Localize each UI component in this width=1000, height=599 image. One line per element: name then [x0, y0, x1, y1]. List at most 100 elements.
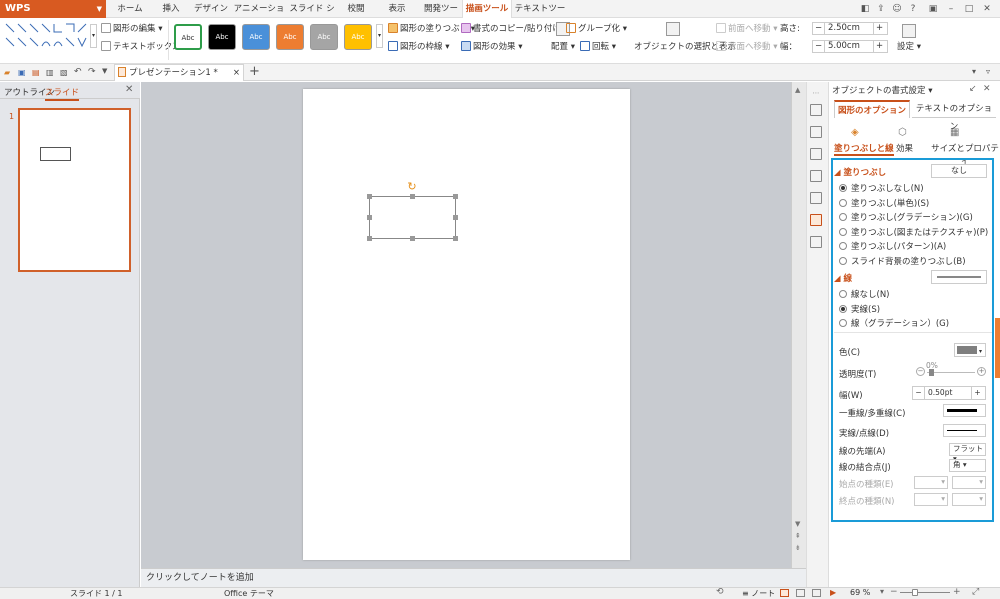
fill-option-radio[interactable]: 塗りつぶし(単色)(S)	[839, 197, 929, 209]
fill-option-radio[interactable]: 塗りつぶし(パターン)(A)	[839, 240, 946, 252]
line-color-picker[interactable]: ▾	[954, 343, 986, 357]
line-section-header[interactable]: ◢ 線	[834, 272, 852, 284]
format-painter-button[interactable]: 書式のコピー/貼り付け	[461, 22, 561, 36]
arrange-button[interactable]: 配置 ▾	[551, 40, 575, 54]
resize-handle[interactable]	[410, 194, 415, 199]
quick-access-dropdown-icon[interactable]: ▼	[102, 67, 107, 75]
resize-handle[interactable]	[367, 236, 372, 241]
share-icon[interactable]: ⇪	[874, 2, 888, 16]
fill-option-radio[interactable]: 塗りつぶし(グラデーション)(G)	[839, 211, 973, 223]
shape-outline-button[interactable]: 図形の枠線 ▾	[388, 40, 449, 54]
height-input[interactable]: −2.50cm +	[812, 22, 888, 35]
shape-effects-button[interactable]: 図形の効果 ▾	[461, 40, 522, 54]
app-menu-button[interactable]: WPS Presentation▼	[0, 0, 106, 32]
menu-tab[interactable]: デザイン	[190, 0, 232, 18]
menu-tab[interactable]: ホーム	[108, 0, 152, 18]
zoom-out-icon[interactable]: −	[890, 587, 898, 597]
menu-tab[interactable]: テキストツール	[512, 0, 568, 32]
restore-icon[interactable]: ▣	[926, 2, 940, 16]
maximize-icon[interactable]: □	[962, 2, 976, 16]
animation-icon[interactable]	[810, 236, 822, 248]
line-preset-dropdown[interactable]	[931, 270, 987, 284]
user-icon[interactable]: ☺	[890, 2, 904, 16]
resize-handle[interactable]	[453, 236, 458, 241]
bring-forward-button[interactable]: 前面へ移動 ▾	[716, 22, 777, 36]
send-backward-button[interactable]: 背面へ移動 ▾	[716, 40, 777, 54]
slideshow-icon[interactable]: ▶	[830, 588, 836, 597]
zoom-slider[interactable]	[900, 592, 950, 593]
dash-type-dropdown[interactable]	[943, 424, 986, 437]
panel-collapse-handle[interactable]	[995, 318, 1000, 378]
reading-icon[interactable]: ⟲	[716, 587, 724, 597]
pin-icon[interactable]: ↙	[969, 84, 977, 94]
shape-style-swatch[interactable]: Abc	[310, 24, 338, 50]
scroll-down-icon[interactable]: ▼	[795, 520, 800, 528]
normal-view-icon[interactable]	[780, 589, 789, 597]
resize-handle[interactable]	[410, 236, 415, 241]
tab-options-icon[interactable]: ▾	[972, 67, 976, 76]
skin-icon[interactable]: ◧	[858, 2, 872, 16]
gallery-more-button[interactable]: ▾	[90, 24, 97, 48]
help-icon[interactable]: ?	[906, 2, 920, 16]
table-icon[interactable]	[810, 170, 822, 182]
notes-toggle[interactable]: ≡ ノート	[742, 588, 775, 599]
new-tab-button[interactable]: +	[249, 64, 260, 80]
rotate-button[interactable]: 回転 ▾	[580, 40, 616, 54]
cap-type-dropdown[interactable]: フラット ▾	[949, 443, 986, 463]
subtab-effects[interactable]: 効果	[896, 142, 913, 154]
transparency-increase-button[interactable]: +	[977, 367, 986, 376]
menu-tab[interactable]: 挿入	[152, 0, 190, 18]
reading-view-icon[interactable]	[812, 589, 821, 597]
panel-close-icon[interactable]: ✕	[983, 84, 991, 94]
resize-handle[interactable]	[453, 194, 458, 199]
tab-shape-options[interactable]: 図形のオプション	[834, 100, 910, 118]
new-slide-icon[interactable]	[810, 104, 822, 116]
resize-handle[interactable]	[453, 215, 458, 220]
begin-arrow-size-dropdown[interactable]: ▾	[952, 476, 986, 489]
shape-style-swatch[interactable]: Abc	[174, 24, 202, 50]
slide-page[interactable]	[303, 89, 630, 560]
fill-option-radio[interactable]: 塗りつぶし(図またはテクスチャ)(P)	[839, 226, 988, 238]
menu-tab[interactable]: スライド ショー	[286, 0, 338, 32]
next-slide-icon[interactable]: ⇟	[795, 544, 801, 552]
begin-arrow-type-dropdown[interactable]: ▾	[914, 476, 948, 489]
zoom-dropdown-icon[interactable]: ▾	[880, 587, 884, 596]
fill-section-header[interactable]: ◢ 塗りつぶし	[834, 166, 886, 178]
group-button[interactable]: グループ化 ▾	[566, 22, 627, 36]
menu-tab[interactable]: 表示	[374, 0, 420, 18]
transparency-slider[interactable]	[927, 372, 975, 373]
resize-handle[interactable]	[367, 215, 372, 220]
decrease-icon[interactable]: −	[913, 387, 925, 399]
fill-option-radio[interactable]: スライド背景の塗りつぶし(B)	[839, 255, 966, 267]
prev-slide-icon[interactable]: ⇞	[795, 532, 801, 540]
minimize-icon[interactable]: –	[944, 2, 958, 16]
layout-icon[interactable]	[810, 126, 822, 138]
tab-menu-icon[interactable]: ▿	[986, 67, 990, 76]
format-pane-icon[interactable]	[810, 214, 822, 226]
shape-style-swatch[interactable]: Abc	[208, 24, 236, 50]
save-icon[interactable]: ▣	[18, 68, 26, 77]
tab-slides[interactable]: スライド	[45, 86, 80, 101]
fill-dropdown[interactable]: なし	[931, 164, 987, 178]
rotate-handle-icon[interactable]: ↻	[407, 181, 417, 192]
zoom-level[interactable]: 69 %	[850, 588, 870, 597]
line-option-radio[interactable]: 線（グラデーション）(G)	[839, 317, 949, 329]
chart-icon[interactable]	[810, 192, 822, 204]
fill-option-radio[interactable]: 塗りつぶしなし(N)	[839, 182, 924, 194]
undo-icon[interactable]: ↶	[74, 67, 82, 77]
join-type-dropdown[interactable]: 角 ▾	[949, 459, 986, 472]
tab-text-options[interactable]: テキストのオプション	[912, 100, 996, 132]
preview-icon[interactable]: ▧	[60, 68, 68, 77]
end-arrow-size-dropdown[interactable]: ▾	[952, 493, 986, 506]
pane-menu-icon[interactable]: ⋯	[810, 88, 822, 100]
vertical-scrollbar[interactable]	[791, 82, 806, 568]
resize-handle[interactable]	[367, 194, 372, 199]
document-tab[interactable]: プレゼンテーション1 * ×	[114, 64, 244, 81]
end-arrow-type-dropdown[interactable]: ▾	[914, 493, 948, 506]
open-icon[interactable]: ▰	[4, 68, 10, 77]
pdf-icon[interactable]: ▤	[32, 68, 40, 77]
subtab-fill-line[interactable]: 塗りつぶしと線	[834, 142, 894, 156]
transparency-slider-thumb[interactable]	[929, 369, 934, 376]
scroll-up-icon[interactable]: ▲	[795, 86, 800, 94]
line-option-radio[interactable]: 線なし(N)	[839, 288, 890, 300]
